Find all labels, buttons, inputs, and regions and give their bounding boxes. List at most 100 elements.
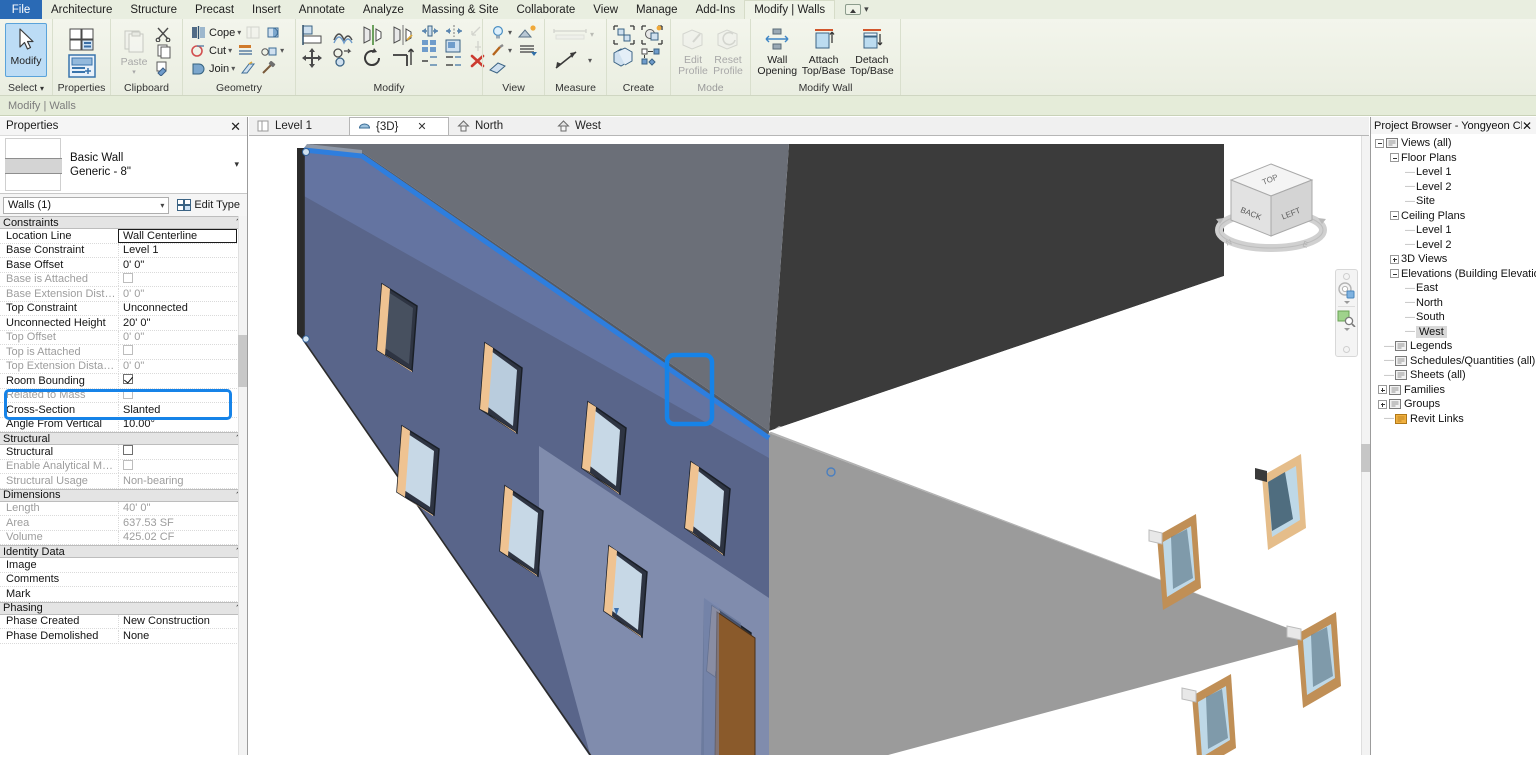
tab-insert[interactable]: Insert xyxy=(243,0,290,19)
property-checkbox[interactable] xyxy=(123,272,133,283)
chevron-down-icon[interactable]: ▾ xyxy=(160,201,164,210)
browser-node-south[interactable]: — South xyxy=(1371,310,1536,325)
split-with-gap-icon[interactable] xyxy=(445,54,463,68)
property-value[interactable] xyxy=(118,459,247,473)
property-checkbox[interactable] xyxy=(123,388,133,399)
property-row[interactable]: Base Offset 0' 0" xyxy=(0,258,247,273)
property-row[interactable]: Comments xyxy=(0,573,247,587)
property-value[interactable]: 40' 0" xyxy=(118,502,247,515)
browser-node-sheetsall[interactable]: — Sheets (all) xyxy=(1371,368,1536,383)
property-checkbox[interactable] xyxy=(123,445,133,456)
split-face-icon[interactable] xyxy=(245,25,263,40)
group-icon[interactable] xyxy=(445,39,463,53)
property-row[interactable]: Related to Mass xyxy=(0,388,247,403)
tab-analyze[interactable]: Analyze xyxy=(354,0,413,19)
browser-node-level1[interactable]: — Level 1 xyxy=(1371,223,1536,238)
type-selector[interactable]: Basic Wall Generic - 8" ▾ xyxy=(0,135,247,194)
property-value[interactable]: None xyxy=(118,629,247,642)
property-value[interactable]: Slanted xyxy=(118,403,247,416)
browser-node-groups[interactable]: Groups xyxy=(1371,397,1536,412)
property-checkbox[interactable] xyxy=(123,345,133,356)
property-row[interactable]: Structural Usage Non-bearing xyxy=(0,474,247,489)
wall-sweep-icon[interactable] xyxy=(239,61,257,76)
ribbon-collapse-control[interactable]: ▾ xyxy=(845,0,869,19)
property-row[interactable]: Top Offset 0' 0" xyxy=(0,331,247,345)
copy-icon[interactable] xyxy=(155,43,173,59)
type-properties-icon[interactable] xyxy=(69,28,95,52)
browser-scroll-thumb[interactable] xyxy=(1361,444,1370,472)
browser-node-floorplans[interactable]: Floor Plans xyxy=(1371,151,1536,166)
navbar-chevron-down-icon[interactable] xyxy=(1343,301,1350,304)
modify-button[interactable]: Modify xyxy=(5,23,47,77)
property-value[interactable]: Non-bearing xyxy=(118,474,247,487)
property-group-header[interactable]: Phasing⌃ xyxy=(0,601,247,615)
match-type-icon[interactable] xyxy=(155,60,173,76)
tab-view[interactable]: View xyxy=(584,0,627,19)
zoom-region-icon[interactable] xyxy=(1337,309,1356,327)
3d-model-view[interactable] xyxy=(249,136,1369,758)
project-browser-tree[interactable]: Views (all) Floor Plans — Level 1— Level 2— S… xyxy=(1371,134,1536,758)
create-similar-icon[interactable] xyxy=(612,24,636,46)
property-checkbox[interactable] xyxy=(123,459,133,470)
tab-manage[interactable]: Manage xyxy=(627,0,687,19)
navigation-bar[interactable] xyxy=(1335,269,1358,357)
join-geometry-button[interactable]: Join ▾ xyxy=(188,60,237,77)
browser-node-families[interactable]: Families xyxy=(1371,383,1536,398)
tab-collaborate[interactable]: Collaborate xyxy=(507,0,584,19)
paint-face-icon[interactable] xyxy=(265,25,283,40)
browser-node-viewsall[interactable]: Views (all) xyxy=(1371,136,1536,151)
property-value[interactable] xyxy=(118,272,247,286)
array-icon[interactable] xyxy=(421,39,439,53)
property-value[interactable]: Unconnected xyxy=(118,302,247,315)
attach-top-base-button[interactable]: Attach Top/Base xyxy=(801,25,847,77)
navbar-chevron-down-icon-2[interactable] xyxy=(1343,328,1350,331)
browser-node-site[interactable]: — Site xyxy=(1371,194,1536,209)
browser-node-level2[interactable]: — Level 2 xyxy=(1371,180,1536,195)
tab-annotate[interactable]: Annotate xyxy=(290,0,354,19)
beam-column-join-button[interactable]: ▾ xyxy=(258,42,286,59)
close-icon[interactable]: ✕ xyxy=(417,120,426,133)
aligned-dimension-button[interactable]: ▾ xyxy=(550,26,596,42)
collapse-icon[interactable] xyxy=(1375,138,1384,148)
property-row[interactable]: Location Line Wall Centerline xyxy=(0,228,247,244)
wall-opening-button[interactable]: Wall Opening xyxy=(756,25,799,77)
property-row[interactable]: Cross-Section Slanted xyxy=(0,403,247,418)
copy-move-icon[interactable] xyxy=(331,47,355,69)
move-icon[interactable] xyxy=(301,47,325,69)
property-value[interactable]: 20' 0" xyxy=(118,316,247,329)
rotate-icon[interactable] xyxy=(361,47,385,69)
collapse-icon[interactable] xyxy=(1390,211,1399,221)
chevron-down-icon[interactable]: ▾ xyxy=(590,30,594,39)
align-icon[interactable] xyxy=(301,24,325,46)
property-row[interactable]: Base is Attached xyxy=(0,272,247,287)
property-row[interactable]: Enable Analytical Model xyxy=(0,459,247,474)
property-value[interactable]: Wall Centerline xyxy=(118,228,237,243)
property-value[interactable]: 10.00° xyxy=(118,418,247,431)
property-row[interactable]: Phase Demolished None xyxy=(0,629,247,644)
property-row[interactable]: Area 637.53 SF xyxy=(0,516,247,531)
close-icon[interactable]: ✕ xyxy=(230,120,241,133)
reveal-hidden-button[interactable]: ▾ xyxy=(488,24,514,41)
property-row[interactable]: Phase Created New Construction xyxy=(0,615,247,629)
tab-add-ins[interactable]: Add-Ins xyxy=(687,0,745,19)
chevron-down-icon[interactable]: ▾ xyxy=(508,28,512,37)
viewcube[interactable]: TOP BACK LEFT N E xyxy=(1214,158,1329,268)
properties-scroll-thumb[interactable] xyxy=(238,335,247,387)
property-value[interactable]: 0' 0" xyxy=(118,287,247,300)
property-row[interactable]: Volume 425.02 CF xyxy=(0,531,247,545)
property-row[interactable]: Unconnected Height 20' 0" xyxy=(0,316,247,331)
browser-node-elevationsbuildingelevation[interactable]: Elevations (Building Elevation xyxy=(1371,267,1536,282)
wall-joins-icon[interactable] xyxy=(236,43,256,58)
collapse-icon[interactable] xyxy=(1390,153,1399,163)
expand-icon[interactable] xyxy=(1378,399,1387,409)
close-icon[interactable]: ✕ xyxy=(1522,119,1532,133)
property-value[interactable]: 0' 0" xyxy=(118,360,247,373)
mirror-pick-h-icon[interactable] xyxy=(445,24,463,38)
mirror-h-icon[interactable] xyxy=(421,24,439,38)
chevron-down-icon[interactable]: ▾ xyxy=(237,28,241,37)
linework-button[interactable]: ▾ xyxy=(488,42,514,59)
cope-button[interactable]: Cope ▾ xyxy=(188,24,243,41)
view-tab-3d[interactable]: {3D} ✕ xyxy=(349,117,449,135)
property-value[interactable]: New Construction xyxy=(118,615,247,628)
edit-type-button[interactable]: Edit Type xyxy=(173,199,244,211)
